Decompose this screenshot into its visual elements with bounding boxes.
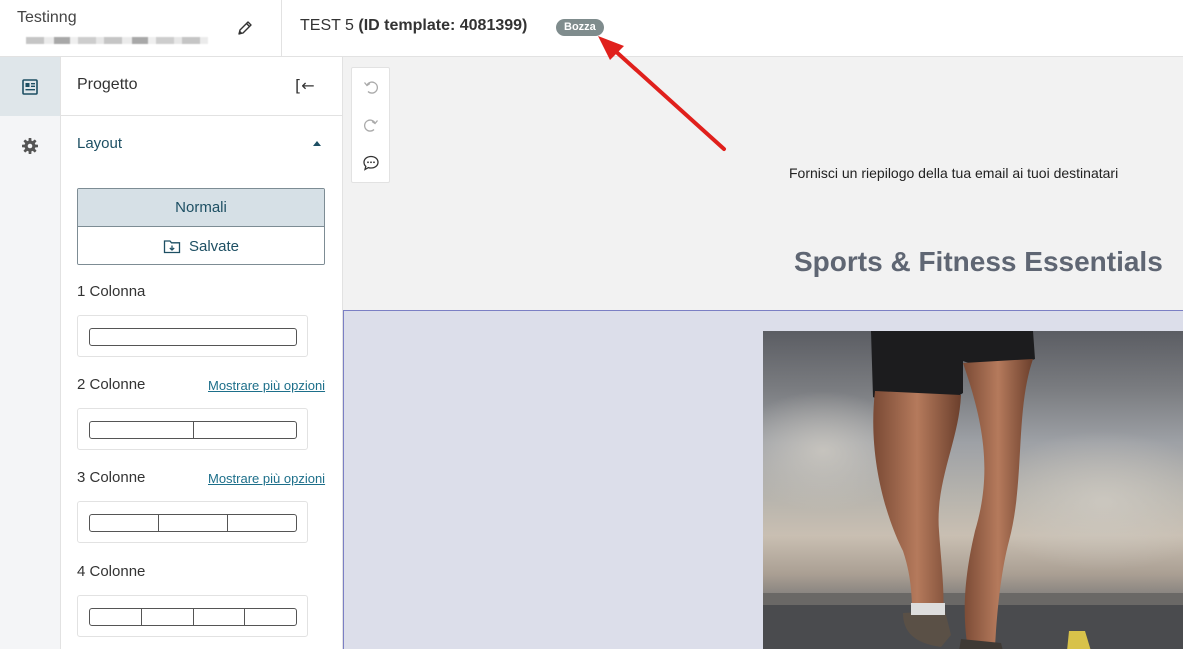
layout-preview-1col (89, 328, 297, 346)
comment-button[interactable] (352, 144, 390, 182)
project-panel: Progetto [← Layout Normali Salvate 1 Col… (61, 57, 343, 649)
email-preheader[interactable]: Fornisci un riepilogo della tua email ai… (789, 165, 1118, 181)
selected-content-row[interactable] (343, 310, 1183, 649)
collapse-left-icon[interactable]: [← (295, 76, 315, 95)
email-canvas: Fornisci un riepilogo della tua email ai… (343, 57, 1183, 649)
account-subtitle-blurred (26, 37, 208, 44)
hero-illustration (763, 331, 1183, 649)
tab-normali[interactable]: Normali (78, 189, 324, 227)
layout-preview-3col (89, 514, 297, 532)
layout-section-title: Layout (77, 135, 123, 152)
account-block: Testinng (0, 0, 282, 57)
rail-item-layout[interactable] (0, 57, 60, 116)
layout-label-1col: 1 Colonna (77, 283, 146, 300)
rail-item-settings[interactable] (0, 116, 60, 175)
layout-section-toggle[interactable]: Layout (77, 135, 327, 153)
canvas-toolbar (351, 67, 390, 183)
layout-option-4col[interactable] (77, 595, 308, 637)
tab-salvate[interactable]: Salvate (78, 227, 324, 264)
redo-icon (364, 119, 378, 132)
more-options-link-2col[interactable]: Mostrare più opzioni (208, 378, 325, 393)
status-badge: Bozza (556, 19, 604, 36)
tab-salvate-label: Salvate (188, 237, 240, 255)
runner-legs-image[interactable] (763, 331, 1183, 649)
pencil-icon[interactable] (236, 19, 254, 37)
folder-download-icon (163, 239, 181, 253)
panel-title: Progetto (77, 76, 138, 93)
account-name: Testinng (17, 9, 77, 26)
layout-option-2col[interactable] (77, 408, 308, 450)
icon-rail (0, 57, 61, 649)
undo-icon (364, 81, 378, 94)
redo-button[interactable] (352, 106, 390, 144)
caret-up-icon (313, 141, 321, 146)
email-heading[interactable]: Sports & Fitness Essentials (794, 246, 1163, 278)
document-name: TEST 5 (300, 17, 354, 34)
layout-label-3col: 3 Colonne (77, 469, 146, 486)
template-id: (ID template: 4081399) (358, 17, 528, 34)
layout-icon (22, 78, 38, 95)
top-bar: Testinng TEST 5 (ID template: 4081399) B… (0, 0, 1183, 57)
undo-button[interactable] (352, 68, 390, 106)
comment-icon (363, 155, 379, 171)
document-title: TEST 5 (ID template: 4081399) (300, 17, 527, 35)
layout-label-4col: 4 Colonne (77, 563, 146, 580)
layout-type-toggle: Normali Salvate (77, 188, 325, 265)
layout-preview-2col (89, 421, 297, 439)
gear-icon (22, 137, 38, 154)
panel-header: Progetto [← (61, 57, 342, 116)
layout-option-1col[interactable] (77, 315, 308, 357)
tab-normali-label: Normali (175, 199, 227, 216)
layout-label-2col: 2 Colonne (77, 376, 146, 393)
layout-option-3col[interactable] (77, 501, 308, 543)
layout-preview-4col (89, 608, 297, 626)
more-options-link-3col[interactable]: Mostrare più opzioni (208, 471, 325, 486)
